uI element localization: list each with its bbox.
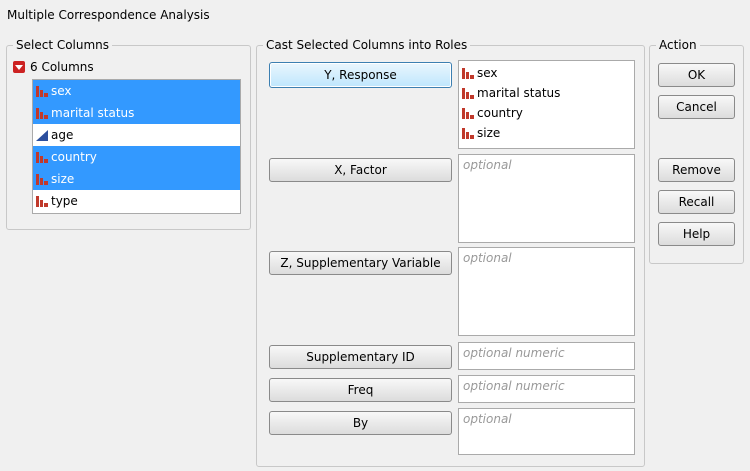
y-response-item-label: country [477, 106, 523, 120]
freq-placeholder: optional numeric [463, 379, 565, 393]
cancel-button[interactable]: Cancel [658, 95, 735, 119]
y-response-item-label: size [477, 126, 501, 140]
nominal-bar-icon [461, 106, 477, 120]
supplementary-id-placeholder: optional numeric [463, 346, 565, 360]
column-item[interactable]: country [33, 146, 240, 168]
nominal-bar-icon [461, 126, 477, 140]
y-response-item[interactable]: marital status [459, 83, 634, 103]
x-factor-placeholder: optional [463, 158, 512, 172]
nominal-bar-icon [35, 194, 51, 208]
help-button[interactable]: Help [658, 222, 735, 246]
y-response-item[interactable]: country [459, 103, 634, 123]
column-item[interactable]: size [33, 168, 240, 190]
column-item[interactable]: age [33, 124, 240, 146]
supplementary-id-button[interactable]: Supplementary ID [269, 345, 452, 369]
z-supplementary-button[interactable]: Z, Supplementary Variable [269, 251, 452, 275]
window-title: Multiple Correspondence Analysis [7, 8, 210, 22]
supplementary-id-field[interactable]: optional numeric [458, 342, 635, 370]
z-supplementary-list[interactable]: optional [458, 247, 635, 336]
y-response-item-label: marital status [477, 86, 561, 100]
y-response-item-label: sex [477, 66, 498, 80]
remove-button[interactable]: Remove [658, 158, 735, 182]
nominal-bar-icon [35, 172, 51, 186]
recall-button[interactable]: Recall [658, 190, 735, 214]
column-item[interactable]: type [33, 190, 240, 212]
select-columns-label: Select Columns [13, 38, 113, 52]
y-response-item[interactable]: size [459, 123, 634, 143]
nominal-bar-icon [35, 150, 51, 164]
continuous-triangle-icon [35, 128, 51, 142]
x-factor-button[interactable]: X, Factor [269, 158, 452, 182]
ok-button[interactable]: OK [658, 63, 735, 87]
freq-button[interactable]: Freq [269, 378, 452, 402]
column-listbox[interactable]: sex marital status age country size type [32, 79, 241, 214]
column-label: type [51, 194, 78, 208]
freq-field[interactable]: optional numeric [458, 375, 635, 403]
nominal-bar-icon [461, 66, 477, 80]
action-group-label: Action [656, 38, 700, 52]
by-placeholder: optional [463, 412, 512, 426]
column-label: age [51, 128, 74, 142]
column-label: country [51, 150, 97, 164]
collapse-arrow-icon[interactable] [13, 61, 25, 73]
column-item[interactable]: sex [33, 80, 240, 102]
column-label: marital status [51, 106, 135, 120]
y-response-list[interactable]: sex marital status country size [458, 60, 635, 149]
x-factor-list[interactable]: optional [458, 154, 635, 243]
nominal-bar-icon [461, 86, 477, 100]
by-button[interactable]: By [269, 411, 452, 435]
y-response-button[interactable]: Y, Response [269, 62, 452, 88]
column-label: sex [51, 84, 72, 98]
nominal-bar-icon [35, 84, 51, 98]
by-field[interactable]: optional [458, 408, 635, 455]
column-label: size [51, 172, 75, 186]
column-count-label: 6 Columns [30, 60, 94, 74]
nominal-bar-icon [35, 106, 51, 120]
z-supplementary-placeholder: optional [463, 251, 512, 265]
roles-group-label: Cast Selected Columns into Roles [263, 38, 471, 52]
y-response-item[interactable]: sex [459, 63, 634, 83]
column-item[interactable]: marital status [33, 102, 240, 124]
